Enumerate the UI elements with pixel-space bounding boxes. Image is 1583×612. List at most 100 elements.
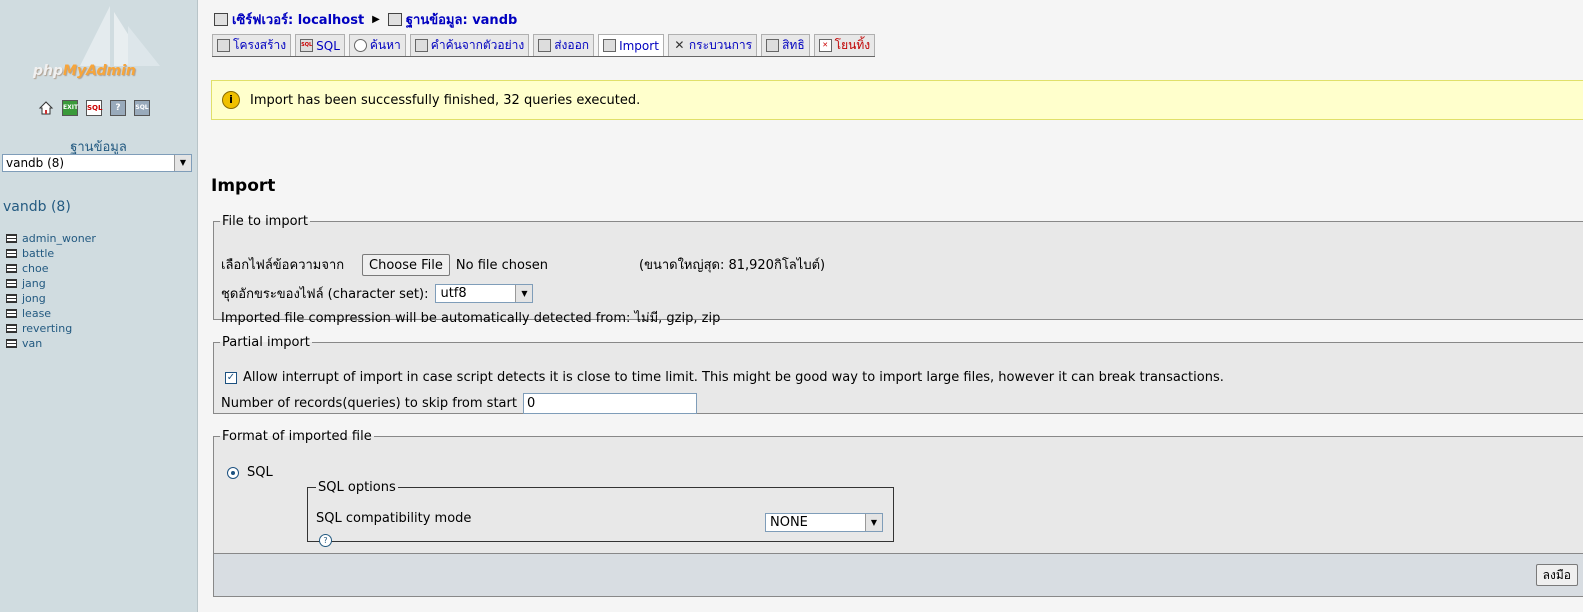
sql-options-fieldset: SQL options SQL compatibility mode NONE … bbox=[307, 480, 894, 547]
table-name[interactable]: admin_woner bbox=[22, 232, 96, 245]
phpmyadmin-logo[interactable]: phpMyAdmin bbox=[0, 0, 197, 100]
chevron-down-icon[interactable]: ▼ bbox=[174, 155, 191, 171]
table-list-item[interactable]: admin_woner bbox=[6, 231, 96, 246]
format-sql-radio[interactable] bbox=[227, 466, 239, 479]
tab-label: SQL bbox=[316, 38, 340, 53]
table-list-item[interactable]: lease bbox=[6, 306, 96, 321]
tab-export[interactable]: ส่งออก bbox=[533, 34, 595, 56]
table-name[interactable]: jang bbox=[22, 277, 46, 290]
privileges-icon bbox=[766, 39, 780, 52]
partial-import-fieldset: Partial import ✓ Allow interrupt of impo… bbox=[213, 335, 1583, 414]
documentation-icon[interactable]: ? bbox=[110, 100, 126, 116]
format-sql-label[interactable]: SQL bbox=[247, 465, 273, 480]
table-name[interactable]: lease bbox=[22, 307, 51, 320]
query-icon bbox=[414, 39, 428, 52]
compat-mode-select[interactable]: NONE ▼ bbox=[765, 513, 883, 532]
main-frame: เซิร์ฟเวอร์: localhost ▶ ฐานข้อมูล: vand… bbox=[198, 0, 1583, 612]
sql-icon: SQL bbox=[300, 39, 314, 52]
max-file-size: (ขนาดใหญ่สุด: 81,920กิโลไบต์) bbox=[639, 258, 826, 273]
breadcrumb-server[interactable]: เซิร์ฟเวอร์: localhost bbox=[232, 9, 364, 30]
charset-select[interactable]: utf8 ▼ bbox=[435, 284, 534, 303]
logo-text-myadmin: MyAdmin bbox=[63, 63, 136, 79]
info-icon: i bbox=[222, 91, 240, 109]
tab-bar: โครงสร้าง SQL SQL ค้นหา คำค้นจากตัวอย่าง… bbox=[212, 33, 876, 57]
database-heading-link[interactable]: vandb (8) bbox=[3, 199, 71, 215]
database-select[interactable]: vandb (8) ▼ bbox=[2, 154, 192, 172]
fieldset-legend: Partial import bbox=[222, 335, 310, 350]
tab-operations[interactable]: ✕ กระบวนการ bbox=[667, 34, 758, 56]
import-icon bbox=[603, 39, 617, 52]
table-icon[interactable] bbox=[6, 249, 17, 258]
table-name[interactable]: choe bbox=[22, 262, 49, 275]
page-title: Import bbox=[211, 176, 276, 196]
go-button[interactable]: ลงมือ bbox=[1535, 564, 1578, 586]
notice-text: Import has been successfully finished, 3… bbox=[250, 92, 641, 108]
tab-import[interactable]: Import bbox=[598, 34, 664, 56]
fieldset-legend: Format of imported file bbox=[222, 429, 372, 444]
fieldset-legend: SQL options bbox=[318, 480, 396, 495]
tab-label: ส่งออก bbox=[554, 38, 590, 52]
export-icon bbox=[538, 39, 552, 52]
skip-records-label: Number of records(queries) to skip from … bbox=[221, 396, 517, 411]
server-icon bbox=[214, 13, 228, 26]
tab-label: Import bbox=[619, 38, 659, 53]
tab-label: โยนทิ้ง bbox=[834, 38, 871, 52]
compat-mode-value: NONE bbox=[770, 515, 808, 530]
compat-mode-label: SQL compatibility mode bbox=[316, 511, 472, 526]
file-status: No file chosen bbox=[455, 257, 548, 273]
table-name[interactable]: reverting bbox=[22, 322, 72, 335]
table-icon[interactable] bbox=[6, 294, 17, 303]
home-icon[interactable] bbox=[38, 100, 54, 116]
choose-file-button[interactable]: Choose File bbox=[362, 254, 450, 276]
charset-select-value: utf8 bbox=[440, 286, 467, 301]
skip-records-input[interactable]: 0 bbox=[522, 393, 697, 414]
exit-icon[interactable]: EXIT bbox=[62, 100, 78, 116]
tab-structure[interactable]: โครงสร้าง bbox=[212, 34, 292, 56]
help-icon[interactable]: ? bbox=[319, 534, 332, 547]
breadcrumb-separator-icon: ▶ bbox=[372, 14, 380, 25]
sql-query-icon[interactable]: SQL bbox=[86, 100, 102, 116]
table-list-item[interactable]: van bbox=[6, 336, 96, 351]
database-icon bbox=[387, 13, 402, 26]
breadcrumb: เซิร์ฟเวอร์: localhost ▶ ฐานข้อมูล: vand… bbox=[214, 9, 517, 30]
table-list-item[interactable]: reverting bbox=[6, 321, 96, 336]
tab-label: คำค้นจากตัวอย่าง bbox=[430, 38, 525, 52]
tab-drop[interactable]: ✕ โยนทิ้ง bbox=[813, 34, 876, 56]
compression-note: Imported file compression will be automa… bbox=[221, 311, 721, 326]
fieldset-legend: File to import bbox=[222, 214, 308, 229]
chevron-down-icon[interactable]: ▼ bbox=[865, 514, 882, 531]
submit-bar: ลงมือ bbox=[213, 553, 1583, 597]
table-name[interactable]: van bbox=[22, 337, 42, 350]
table-name[interactable]: battle bbox=[22, 247, 54, 260]
tab-label: ค้นหา bbox=[369, 38, 401, 52]
table-icon[interactable] bbox=[6, 339, 17, 348]
tab-search[interactable]: ค้นหา bbox=[348, 34, 406, 56]
tab-sql[interactable]: SQL SQL bbox=[295, 34, 345, 56]
chevron-down-icon[interactable]: ▼ bbox=[515, 285, 533, 302]
table-icon[interactable] bbox=[6, 264, 17, 273]
table-icon[interactable] bbox=[6, 279, 17, 288]
search-icon bbox=[353, 39, 367, 52]
quick-links: EXIT SQL ? SQL bbox=[38, 100, 150, 116]
tab-label: โครงสร้าง bbox=[233, 38, 287, 52]
database-select-value: vandb (8) bbox=[6, 156, 65, 170]
table-icon[interactable] bbox=[6, 309, 17, 318]
drop-icon: ✕ bbox=[818, 39, 832, 52]
table-icon[interactable] bbox=[6, 324, 17, 333]
file-label: เลือกไฟล์ข้อความจาก bbox=[221, 258, 345, 273]
navigation-frame: phpMyAdmin EXIT SQL ? SQL ฐานข้อมูล vand… bbox=[0, 0, 198, 612]
table-list-item[interactable]: battle bbox=[6, 246, 96, 261]
sql-docs-icon[interactable]: SQL bbox=[134, 100, 150, 116]
allow-interrupt-checkbox[interactable]: ✓ bbox=[225, 371, 237, 384]
table-list-item[interactable]: choe bbox=[6, 261, 96, 276]
breadcrumb-database[interactable]: ฐานข้อมูล: vandb bbox=[406, 9, 517, 30]
table-name[interactable]: jong bbox=[22, 292, 46, 305]
table-icon[interactable] bbox=[6, 234, 17, 243]
table-list-item[interactable]: jang bbox=[6, 276, 96, 291]
tab-privileges[interactable]: สิทธิ bbox=[761, 34, 810, 56]
success-notice: i Import has been successfully finished,… bbox=[211, 80, 1583, 120]
allow-interrupt-label: Allow interrupt of import in case script… bbox=[243, 370, 1224, 385]
tab-query[interactable]: คำค้นจากตัวอย่าง bbox=[409, 34, 530, 56]
table-list-item[interactable]: jong bbox=[6, 291, 96, 306]
table-list: admin_woner battle choe jang jong lease … bbox=[6, 231, 96, 351]
